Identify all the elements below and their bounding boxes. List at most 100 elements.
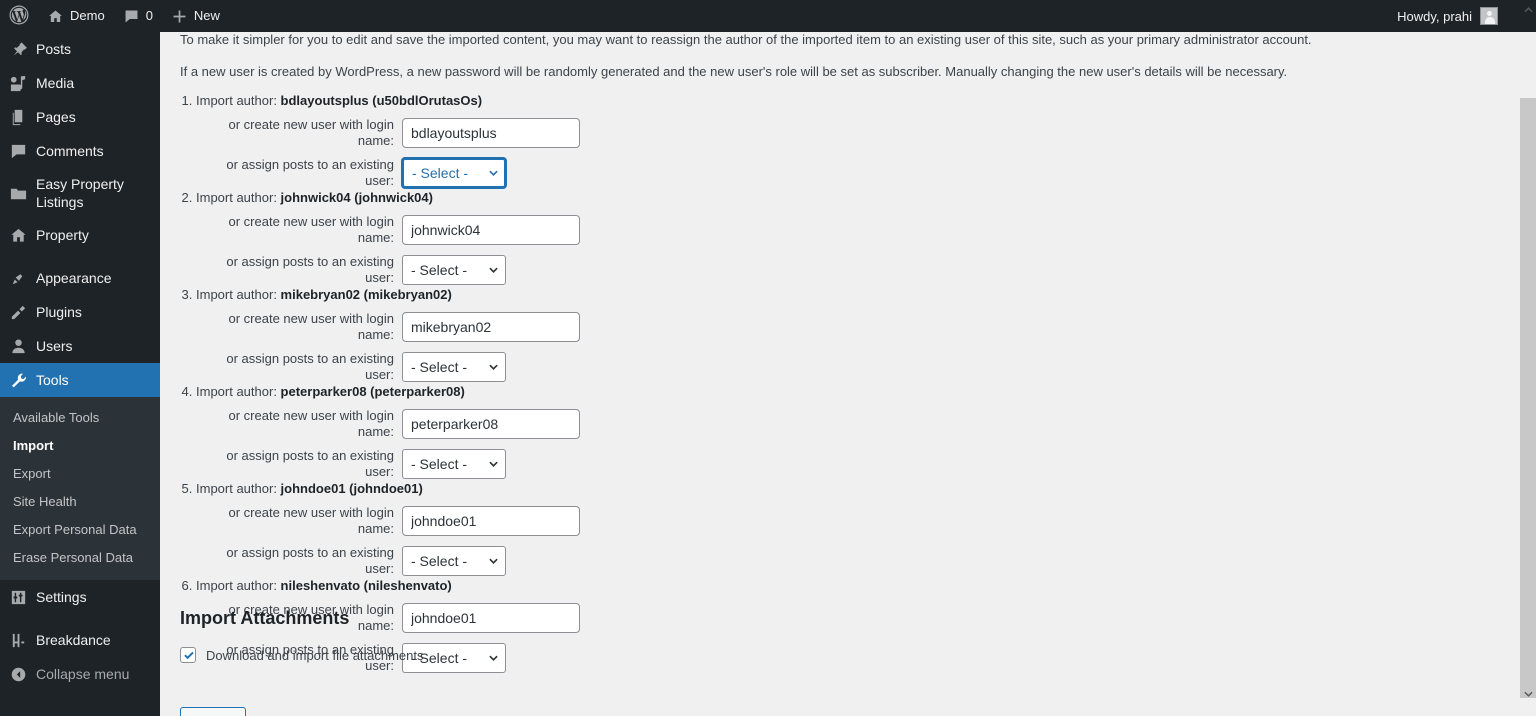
media-icon (0, 74, 36, 93)
assign-posts-row: or assign posts to an existing user: - S… (196, 351, 580, 383)
collapse-menu-button[interactable]: Collapse menu (0, 657, 160, 691)
site-name-button[interactable]: Demo (38, 0, 114, 32)
sidebar-label: Collapse menu (36, 666, 130, 682)
admin-bar: Demo 0 New Howdy, prahi (0, 0, 1536, 32)
sidebar-item-comments[interactable]: Comments (0, 134, 160, 168)
existing-user-select-wrapper[interactable]: - Select - (402, 158, 506, 188)
tools-submenu: Available Tools Import Export Site Healt… (0, 397, 160, 580)
existing-user-select-wrapper[interactable]: - Select - (402, 352, 506, 382)
create-user-row: or create new user with login name: (196, 117, 580, 149)
sidebar-subitem-export-personal-data[interactable]: Export Personal Data (0, 516, 160, 544)
author-mapping-item: Import author: bdlayoutsplus (u50bdlOrut… (196, 92, 580, 189)
sidebar-label: Pages (36, 109, 76, 125)
assign-posts-row: or assign posts to an existing user: - S… (196, 545, 580, 577)
scrollbar-thumb[interactable] (1520, 98, 1536, 698)
author-name: nileshenvato (nileshenvato) (280, 578, 452, 593)
create-user-label: or create new user with login name: (228, 117, 394, 148)
existing-user-select[interactable]: - Select - (402, 546, 506, 576)
collapse-arrow-icon (0, 666, 36, 683)
login-name-input[interactable] (402, 215, 580, 245)
create-user-row: or create new user with login name: (196, 311, 580, 343)
author-name: mikebryan02 (mikebryan02) (280, 287, 452, 302)
author-prefix-label: Import author: (196, 384, 281, 399)
page-scrollbar[interactable] (1520, 7, 1536, 716)
wrench-icon (0, 371, 36, 390)
existing-user-select[interactable]: - Select - (402, 158, 506, 188)
sidebar-subitem-erase-personal-data[interactable]: Erase Personal Data (0, 544, 160, 572)
login-name-input[interactable] (402, 118, 580, 148)
sidebar-label: Easy Property Listings (36, 176, 124, 210)
select-value: - Select - (411, 359, 468, 375)
sidebar-item-easy-property-listings[interactable]: Easy Property Listings (0, 168, 160, 218)
sidebar-item-media[interactable]: Media (0, 66, 160, 100)
breakdance-icon (0, 631, 36, 650)
download-attachments-checkbox[interactable] (180, 647, 196, 663)
user-icon (0, 337, 36, 356)
home-icon (47, 8, 64, 25)
existing-user-select[interactable]: - Select - (402, 352, 506, 382)
sidebar-subitem-import[interactable]: Import (0, 432, 160, 460)
sidebar-item-posts[interactable]: Posts (0, 32, 160, 66)
sidebar-separator (0, 614, 160, 623)
existing-user-select[interactable]: - Select - (402, 449, 506, 479)
login-name-input[interactable] (402, 506, 580, 536)
author-mapping-list: Import author: bdlayoutsplus (u50bdlOrut… (196, 92, 580, 674)
import-page-content: To make it simpler for you to edit and s… (160, 32, 1520, 716)
sidebar-subitem-site-health[interactable]: Site Health (0, 488, 160, 516)
assign-posts-row: or assign posts to an existing user: - S… (196, 448, 580, 480)
existing-user-select-wrapper[interactable]: - Select - (402, 546, 506, 576)
comments-button[interactable]: 0 (114, 0, 162, 32)
sidebar-separator (0, 252, 160, 261)
create-user-label: or create new user with login name: (228, 214, 394, 245)
wordpress-logo-button[interactable] (0, 0, 38, 32)
comments-count: 0 (145, 8, 153, 23)
intro-paragraph-1: To make it simpler for you to edit and s… (180, 32, 1312, 47)
comment-bubble-icon (123, 8, 140, 25)
sidebar-subitem-available-tools[interactable]: Available Tools (0, 404, 160, 432)
existing-user-select-wrapper[interactable]: - Select - (402, 449, 506, 479)
plus-icon (171, 8, 188, 25)
sidebar-item-users[interactable]: Users (0, 329, 160, 363)
login-name-input[interactable] (402, 603, 580, 633)
new-content-button[interactable]: New (162, 0, 229, 32)
author-prefix-label: Import author: (196, 287, 281, 302)
sidebar-item-settings[interactable]: Settings (0, 580, 160, 614)
author-mapping-item: Import author: johndoe01 (johndoe01) or … (196, 480, 580, 577)
author-mapping-item: Import author: johnwick04 (johnwick04) o… (196, 189, 580, 286)
assign-posts-row: or assign posts to an existing user: - S… (196, 254, 580, 286)
author-heading: Import author: bdlayoutsplus (u50bdlOrut… (196, 92, 580, 109)
intro-paragraph-2: If a new user is created by WordPress, a… (180, 64, 1288, 79)
sidebar-item-property[interactable]: Property (0, 218, 160, 252)
sidebar-item-breakdance[interactable]: Breakdance (0, 623, 160, 657)
sidebar-item-appearance[interactable]: Appearance (0, 261, 160, 295)
account-menu[interactable]: Howdy, prahi (1397, 0, 1536, 32)
existing-user-select-wrapper[interactable]: - Select - (402, 255, 506, 285)
sidebar-subitem-export[interactable]: Export (0, 460, 160, 488)
select-value: - Select - (411, 553, 468, 569)
home-icon (0, 226, 36, 245)
author-heading: Import author: peterparker08 (peterparke… (196, 383, 580, 400)
sidebar-item-tools[interactable]: Tools (0, 363, 160, 397)
create-user-label: or create new user with login name: (228, 505, 394, 536)
author-prefix-label: Import author: (196, 190, 281, 205)
assign-posts-label: or assign posts to an existing user: (226, 157, 394, 188)
scroll-up-arrow[interactable] (1520, 2, 1536, 18)
sidebar-label: Appearance (36, 270, 112, 286)
login-name-input[interactable] (402, 409, 580, 439)
submit-button[interactable]: Submit (180, 707, 247, 716)
sidebar-label: Comments (36, 143, 104, 159)
scroll-down-arrow[interactable] (1520, 686, 1536, 702)
select-value: - Select - (411, 456, 468, 472)
author-heading: Import author: johndoe01 (johndoe01) (196, 480, 580, 497)
existing-user-select[interactable]: - Select - (402, 255, 506, 285)
author-name: johndoe01 (johndoe01) (280, 481, 423, 496)
sidebar-item-plugins[interactable]: Plugins (0, 295, 160, 329)
author-name: peterparker08 (peterparker08) (280, 384, 465, 399)
assign-posts-label: or assign posts to an existing user: (226, 254, 394, 285)
login-name-input[interactable] (402, 312, 580, 342)
sidebar-item-pages[interactable]: Pages (0, 100, 160, 134)
paintbrush-icon (0, 269, 36, 288)
author-heading: Import author: johnwick04 (johnwick04) (196, 189, 580, 206)
download-attachments-row[interactable]: Download and import file attachments (180, 647, 424, 663)
author-name: johnwick04 (johnwick04) (280, 190, 433, 205)
